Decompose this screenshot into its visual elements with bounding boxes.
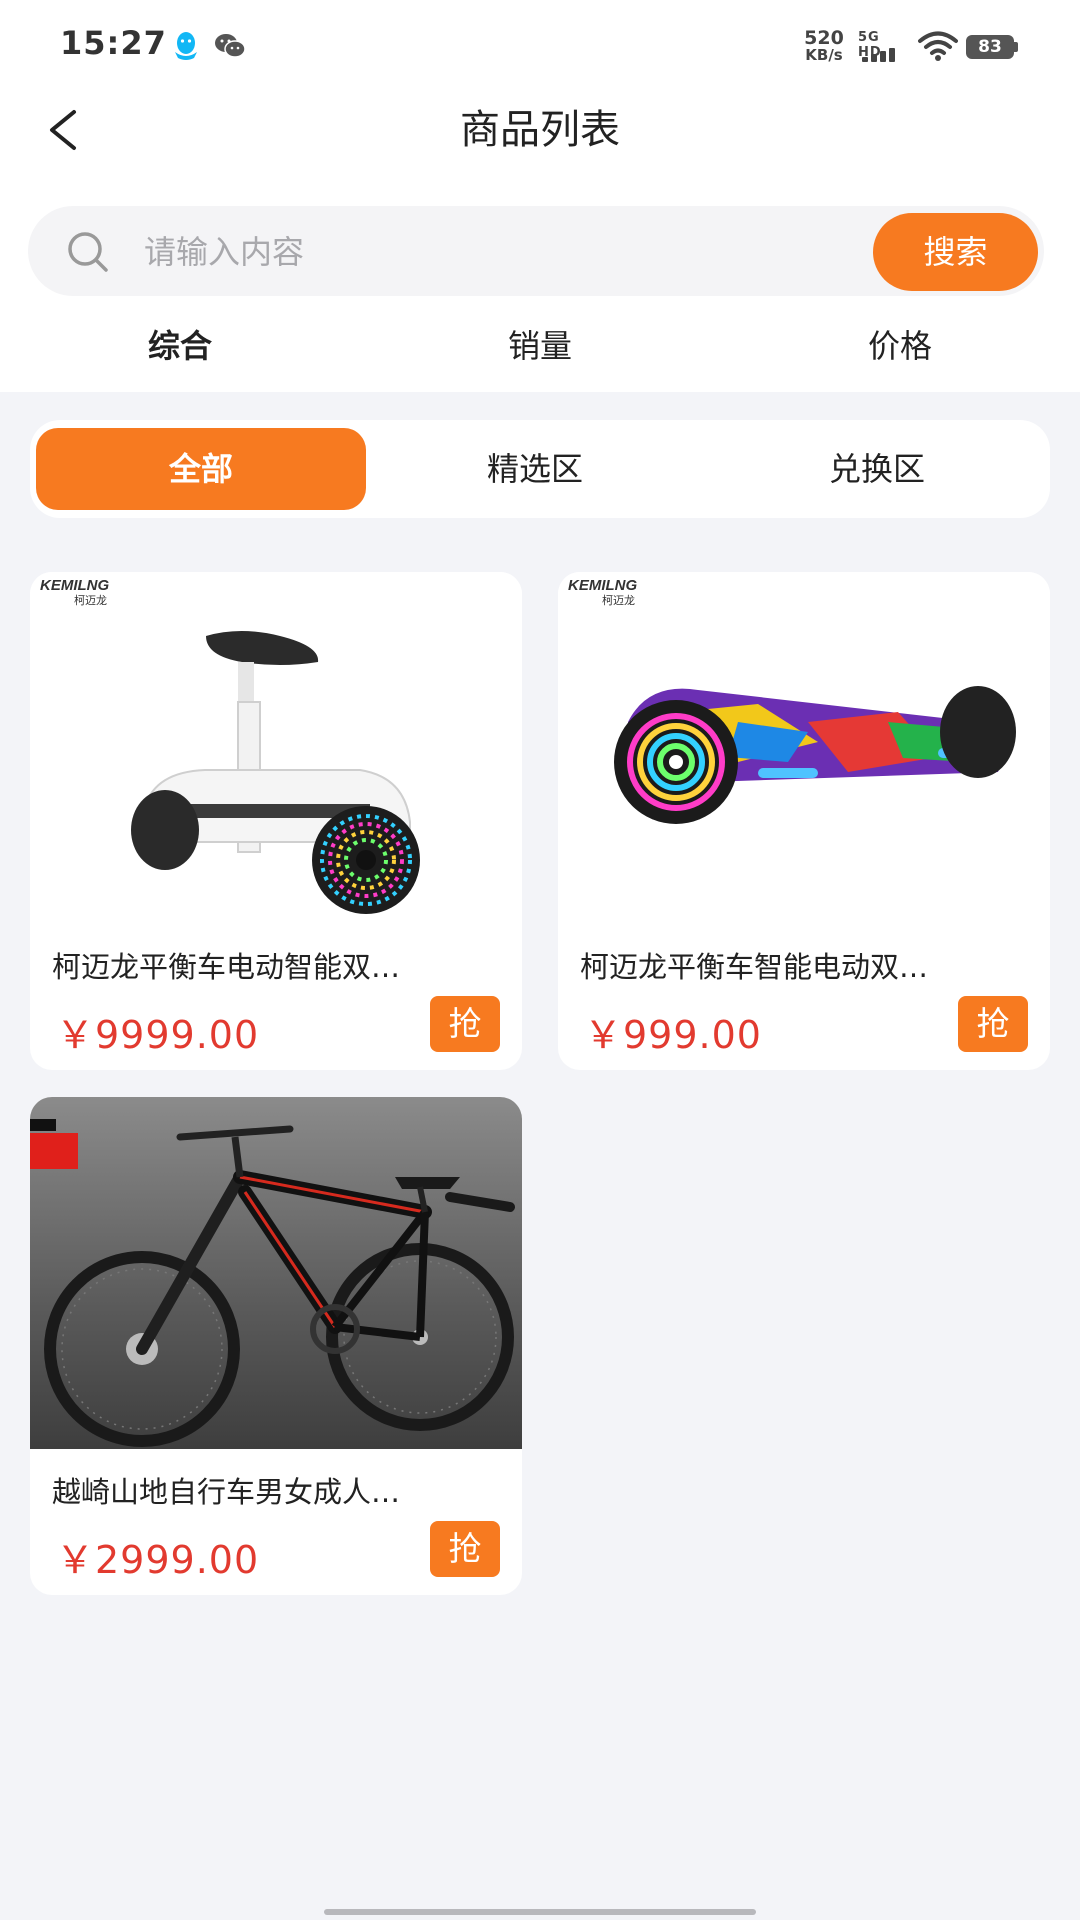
page-title: 商品列表	[460, 107, 620, 153]
sort-tab-sales[interactable]: 销量	[440, 320, 640, 372]
wifi-icon	[918, 31, 958, 61]
svg-text:柯迈龙: 柯迈龙	[602, 594, 635, 607]
grab-button[interactable]: 抢	[958, 996, 1028, 1052]
product-price: ￥9999.00	[56, 1013, 260, 1057]
grab-button[interactable]: 抢	[430, 996, 500, 1052]
qq-icon	[175, 32, 197, 60]
network-speed-value: 520	[804, 27, 844, 49]
chevron-left-icon	[50, 110, 76, 150]
product-name: 柯迈龙平衡车电动智能双…	[52, 950, 401, 984]
search-icon	[68, 232, 108, 272]
network-speed: 520 KB/s	[800, 27, 848, 64]
product-card[interactable]: KEMILNG 柯迈龙 柯迈龙平衡车电动智能双… ￥9999.00 抢	[30, 572, 522, 1070]
product-card[interactable]: KEMILNG 柯迈龙 柯迈龙平衡车智能电动双… ￥999.00 抢	[558, 572, 1050, 1070]
product-name: 越崎山地自行车男女成人…	[52, 1475, 401, 1509]
search-input[interactable]	[142, 224, 706, 280]
product-price: ￥2999.00	[56, 1538, 260, 1582]
svg-text:KEMILNG: KEMILNG	[568, 577, 637, 594]
sort-tab-price[interactable]: 价格	[800, 320, 1000, 372]
svg-text:KEMILNG: KEMILNG	[40, 577, 109, 594]
wechat-icon	[215, 34, 246, 58]
zone-segment-control: 全部 精选区 兑换区	[30, 420, 1050, 518]
product-image-hoverboard[interactable]: KEMILNG 柯迈龙	[558, 572, 1050, 924]
network-speed-unit: KB/s	[805, 46, 843, 64]
segment-all[interactable]: 全部	[36, 428, 366, 510]
home-indicator[interactable]	[324, 1909, 756, 1915]
status-bar: 15:27 520 KB/s 5G HD 83	[0, 0, 1080, 92]
segment-featured[interactable]: 精选区	[370, 428, 700, 510]
product-card[interactable]: 越崎山地自行车男女成人… ￥2999.00 抢	[30, 1097, 522, 1595]
search-button[interactable]: 搜索	[873, 213, 1038, 291]
status-time: 15:27	[60, 24, 167, 62]
product-price: ￥999.00	[584, 1013, 762, 1057]
signal-icon: 5G HD	[856, 30, 906, 64]
segment-exchange[interactable]: 兑换区	[710, 428, 1044, 510]
sort-tabs: 综合 销量 价格	[0, 320, 1080, 372]
sort-tab-comprehensive[interactable]: 综合	[80, 320, 280, 372]
product-image-balance-scooter[interactable]: KEMILNG 柯迈龙	[30, 572, 522, 924]
battery-icon: 83	[966, 35, 1020, 59]
back-button[interactable]	[38, 100, 88, 160]
product-image-mountain-bike[interactable]	[30, 1097, 522, 1449]
battery-level: 83	[966, 35, 1014, 59]
grab-button[interactable]: 抢	[430, 1521, 500, 1577]
product-name: 柯迈龙平衡车智能电动双…	[580, 950, 929, 984]
svg-text:柯迈龙: 柯迈龙	[74, 594, 107, 607]
